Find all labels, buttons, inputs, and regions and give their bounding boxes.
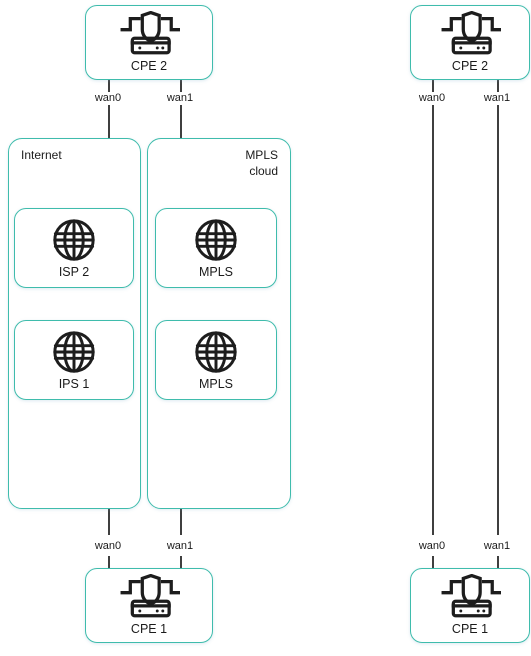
port-label-p-right-bot-wan1: wan1	[483, 540, 511, 552]
node-label-cpe2-left: CPE 2	[130, 59, 168, 73]
node-label-mpls-top: MPLS	[198, 264, 234, 279]
cpe-router-icon	[118, 574, 180, 620]
node-mpls-top[interactable]: MPLS	[155, 208, 277, 288]
node-cpe2-left[interactable]: CPE 2	[85, 5, 213, 80]
connection-line	[497, 80, 499, 92]
cloud-title-mpls-cloud: MPLS cloud	[245, 148, 278, 178]
connection-line	[180, 556, 182, 568]
connection-line	[108, 556, 110, 568]
network-topology-diagram: Internet MPLS cloud CPE 2 ISP 2 MPLS IPS 1 MPL…	[0, 0, 531, 656]
port-label-p-right-top-wan1: wan1	[483, 92, 511, 104]
node-isp2[interactable]: ISP 2	[14, 208, 134, 288]
cpe-router-icon	[439, 574, 501, 620]
port-label-p-left-top-wan1: wan1	[166, 540, 194, 552]
port-label-p-right-bot-wan0: wan0	[418, 540, 446, 552]
node-ips1[interactable]: IPS 1	[14, 320, 134, 400]
connection-line	[108, 80, 110, 92]
connection-line	[180, 80, 182, 92]
port-label-p-left-top-wan0: wan0	[94, 540, 122, 552]
cpe-router-icon	[439, 11, 501, 57]
cpe-router-icon	[118, 11, 180, 57]
globe-icon	[193, 329, 239, 375]
port-label-p-left-bot-wan1: wan1	[166, 92, 194, 104]
port-label-p-right-top-wan0: wan0	[418, 92, 446, 104]
node-label-isp2: ISP 2	[58, 264, 90, 279]
port-label-p-left-bot-wan0: wan0	[94, 92, 122, 104]
node-label-mpls-bot: MPLS	[198, 376, 234, 391]
node-cpe1-right[interactable]: CPE 1	[410, 568, 530, 643]
node-label-ips1: IPS 1	[58, 376, 90, 391]
connection-line	[432, 80, 434, 92]
node-cpe2-right[interactable]: CPE 2	[410, 5, 530, 80]
node-label-cpe1-right: CPE 1	[451, 622, 489, 636]
node-cpe1-left[interactable]: CPE 1	[85, 568, 213, 643]
globe-icon	[193, 217, 239, 263]
globe-icon	[51, 329, 97, 375]
node-label-cpe2-right: CPE 2	[451, 59, 489, 73]
connection-line	[497, 105, 499, 535]
cloud-title-internet: Internet	[21, 148, 62, 162]
globe-icon	[51, 217, 97, 263]
node-label-cpe1-left: CPE 1	[130, 622, 168, 636]
connection-line	[497, 556, 499, 568]
node-mpls-bot[interactable]: MPLS	[155, 320, 277, 400]
connection-line	[432, 105, 434, 535]
connection-line	[432, 556, 434, 568]
